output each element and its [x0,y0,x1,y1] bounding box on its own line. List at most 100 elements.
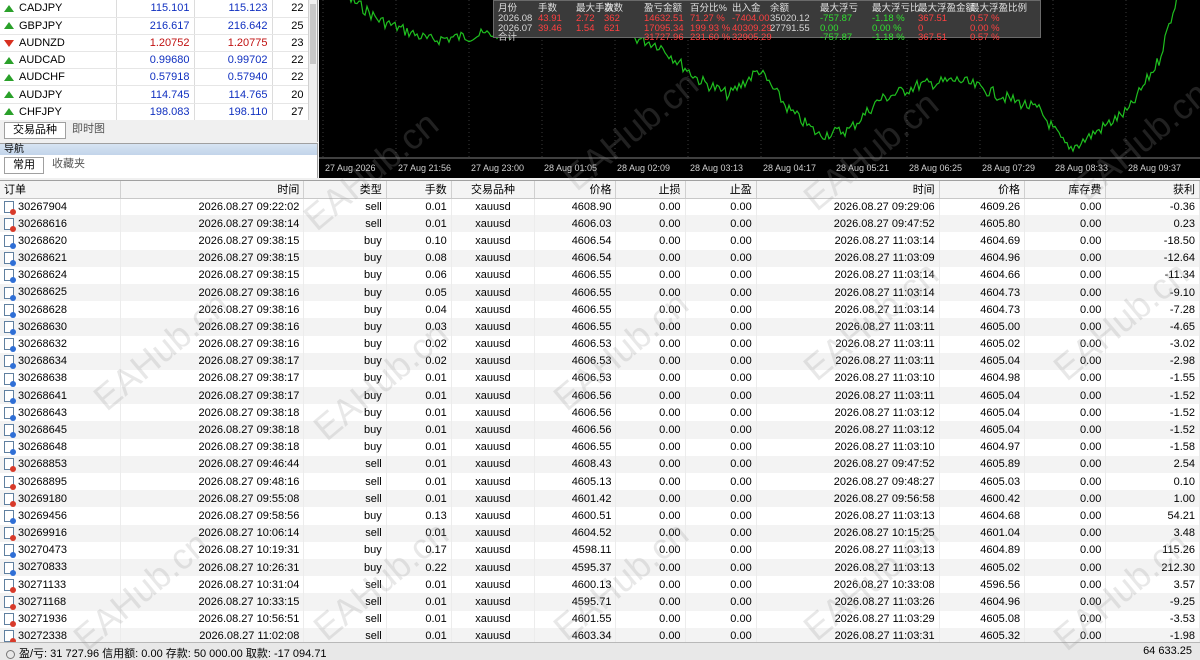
sell-order-icon [4,200,16,215]
order-cell: 4605.89 [939,455,1026,473]
market-watch-row[interactable]: CADJPY 115.101 115.123 22 [0,0,309,18]
order-row[interactable]: 30271168 2026.08.27 10:33:15 sell 0.01 xauus… [0,593,1200,611]
order-row[interactable]: 30270473 2026.08.27 10:19:31 buy 0.17 xauusd… [0,541,1200,559]
order-row[interactable]: 30268625 2026.08.27 09:38:16 buy 0.05 xauusd… [0,283,1200,302]
chart-time-label: 27 Aug 2026 [325,163,376,173]
spread-cell: 22 [272,68,309,87]
sell-order-icon [4,595,16,610]
order-row[interactable]: 30268616 2026.08.27 09:38:14 sell 0.01 xauus… [0,215,1200,233]
column-header[interactable]: 交易品种 [451,181,536,199]
market-watch-row[interactable]: AUDCAD 0.99680 0.99702 22 [0,51,309,70]
order-row[interactable]: 30268632 2026.08.27 09:38:16 buy 0.02 xauusd… [0,335,1200,353]
order-row[interactable]: 30268641 2026.08.27 09:38:17 buy 0.01 xauusd… [0,387,1200,405]
order-cell: 0.00 [685,352,757,370]
order-cell: buy [303,318,387,336]
order-cell: 2026.08.27 11:03:10 [756,369,940,388]
order-cell: 0.00 [1024,283,1107,302]
order-row[interactable]: 30268624 2026.08.27 09:38:15 buy 0.06 xauusd… [0,266,1200,284]
order-cell: 2026.08.27 11:03:14 [756,283,940,302]
column-header[interactable]: 价格 [939,181,1026,199]
order-cell: 4604.66 [939,266,1026,284]
market-watch-row[interactable]: CHFJPY 198.083 198.110 27 [0,103,309,120]
bid-cell: 0.99680 [116,51,195,70]
order-cell: 4606.53 [534,335,617,353]
order-cell: 2026.08.27 11:03:11 [756,318,940,336]
column-header[interactable]: 类型 [303,181,387,199]
order-row[interactable]: 30268634 2026.08.27 09:38:17 buy 0.02 xauusd… [0,352,1200,370]
order-cell: xauusd [451,507,536,525]
column-header[interactable]: 止盈 [685,181,757,199]
order-cell: 0.00 [615,438,686,456]
order-row[interactable]: 30267904 2026.08.27 09:22:02 sell 0.01 xauus… [0,198,1200,216]
order-row[interactable]: 30268620 2026.08.27 09:38:15 buy 0.10 xauusd… [0,232,1200,250]
column-header[interactable]: 时间 [120,181,305,199]
bid-cell: 1.20752 [116,34,195,53]
order-row[interactable]: 30269916 2026.08.27 10:06:14 sell 0.01 xauus… [0,524,1200,542]
order-row[interactable]: 30268895 2026.08.27 09:48:16 sell 0.01 xauus… [0,473,1200,491]
order-cell: xauusd [451,249,536,267]
order-cell: 4604.73 [939,301,1026,319]
chart-time-label: 28 Aug 08:33 [1055,163,1108,173]
orders-header-row: 订单 时间 类型 手数 交易品种 价格 止损 止盈 时间 价格 库存费 获利 [0,181,1200,199]
column-header[interactable]: 价格 [534,181,617,199]
order-cell: xauusd [451,524,536,542]
order-row[interactable]: 30268638 2026.08.27 09:38:17 buy 0.01 xauusd… [0,369,1200,388]
arrow-up-icon [4,91,14,99]
order-cell: 4606.55 [534,266,617,284]
order-cell: 0.23 [1105,215,1200,233]
column-header[interactable]: 时间 [756,181,940,199]
order-cell: 2026.08.27 09:55:08 [120,490,305,508]
order-id-cell: 30268624 [0,266,122,284]
buy-order-icon [4,406,16,421]
market-watch-row[interactable]: GBPJPY 216.617 216.642 25 [0,17,309,35]
order-row[interactable]: 30270833 2026.08.27 10:26:31 buy 0.22 xauusd… [0,558,1200,577]
order-row[interactable]: 30271133 2026.08.27 10:31:04 sell 0.01 xauus… [0,576,1200,594]
price-chart[interactable]: 27 Aug 2026 27 Aug 21:56 27 Aug 23:00 28 Au… [319,0,1200,178]
order-cell: 4606.55 [534,438,617,456]
order-cell: 2026.08.27 11:03:14 [756,232,940,250]
order-row[interactable]: 30268630 2026.08.27 09:38:16 buy 0.03 xauusd… [0,318,1200,336]
tab-favorites[interactable]: 收藏夹 [44,157,93,174]
order-row[interactable]: 30268643 2026.08.27 09:38:18 buy 0.01 xauusd… [0,404,1200,422]
stats-value: 1.54 [576,23,595,34]
order-cell: 0.00 [1024,266,1107,284]
order-row[interactable]: 30268853 2026.08.27 09:46:44 sell 0.01 xauus… [0,455,1200,473]
market-watch-table: CADJPY 115.101 115.123 22 GBPJPY 216.617 216.6… [0,0,309,120]
order-id-cell: 30268895 [0,473,122,491]
order-cell: 0.00 [1024,352,1107,370]
tab-common[interactable]: 常用 [4,157,44,174]
market-watch-tabs: 交易品种 即时图 [0,120,318,142]
order-row[interactable]: 30269180 2026.08.27 09:55:08 sell 0.01 xauus… [0,490,1200,508]
column-header[interactable]: 订单 [0,181,122,199]
order-cell: 0.10 [1105,473,1200,491]
sell-order-icon [4,458,16,473]
order-cell: 0.00 [615,215,686,233]
column-header[interactable]: 库存费 [1024,181,1107,199]
chart-time-label: 28 Aug 01:05 [544,163,597,173]
order-cell: 4606.56 [534,387,617,405]
order-cell: 0.00 [1024,541,1107,559]
order-row[interactable]: 30269456 2026.08.27 09:58:56 buy 0.13 xauusd… [0,507,1200,525]
market-watch-row[interactable]: AUDJPY 114.745 114.765 20 [0,85,309,104]
scrollbar-thumb[interactable] [310,4,316,64]
column-header[interactable]: 手数 [386,181,452,199]
order-id-cell: 30268620 [0,232,122,250]
order-cell: 2026.08.27 09:38:15 [120,232,305,250]
order-row[interactable]: 30268621 2026.08.27 09:38:15 buy 0.08 xauusd… [0,249,1200,267]
order-cell: xauusd [451,266,536,284]
market-watch-row[interactable]: AUDNZD 1.20752 1.20775 23 [0,34,309,53]
order-row[interactable]: 30268628 2026.08.27 09:38:16 buy 0.04 xauusd… [0,301,1200,319]
order-row[interactable]: 30268648 2026.08.27 09:38:18 buy 0.01 xauusd… [0,438,1200,456]
tab-tick-chart[interactable]: 即时图 [64,122,113,139]
market-watch-row[interactable]: AUDCHF 0.57918 0.57940 22 [0,68,309,87]
order-cell: 0.00 [685,507,757,525]
column-header[interactable]: 止损 [615,181,686,199]
column-header[interactable]: 获利 [1105,181,1200,199]
order-row[interactable]: 30271936 2026.08.27 10:56:51 sell 0.01 xauus… [0,610,1200,628]
order-cell: buy [303,301,387,319]
tab-symbols[interactable]: 交易品种 [4,122,66,139]
order-row[interactable]: 30268645 2026.08.27 09:38:18 buy 0.01 xauusd… [0,421,1200,439]
ask-cell: 0.57940 [194,68,273,87]
order-cell: 2026.08.27 09:46:44 [120,455,305,473]
market-watch-scrollbar[interactable] [308,0,317,120]
